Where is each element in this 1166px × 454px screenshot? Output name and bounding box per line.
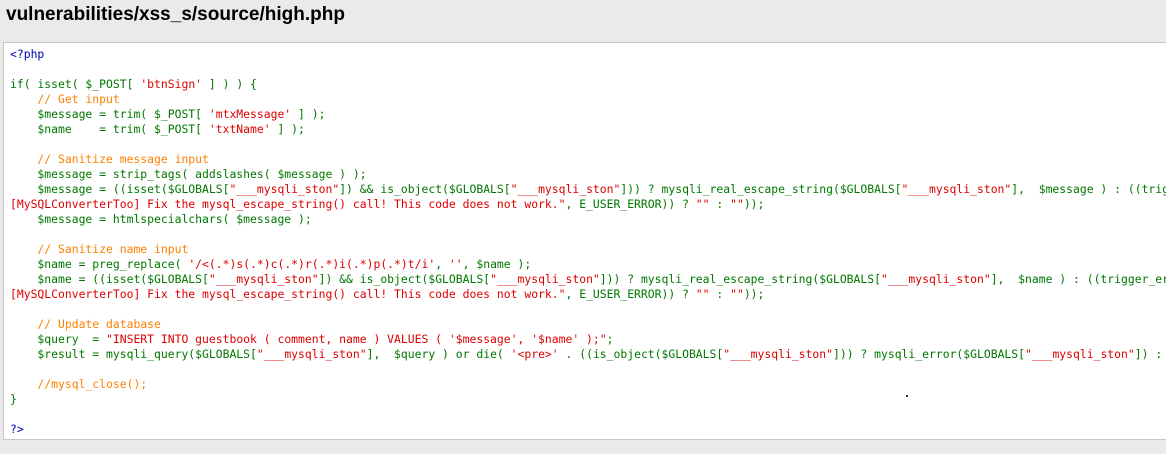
code-token: ]) && is_object($GLOBALS[ [339, 182, 511, 196]
code-line: $message = trim( $_POST[ 'mtxMessage' ] … [10, 107, 1166, 122]
code-token: "" [695, 197, 710, 211]
code-line: $message = htmlspecialchars( $message ); [10, 212, 1166, 227]
code-token: "___mysqli_ston" [1025, 347, 1135, 361]
code-token: , E_USER_ERROR)) ? [565, 197, 696, 211]
code-token: // Get input [10, 92, 120, 106]
code-token: '<pre>' [510, 347, 559, 361]
code-token: if( isset( $_POST[ [10, 77, 141, 91]
code-line: $result = mysqli_query($GLOBALS["___mysq… [10, 347, 1166, 362]
code-line: // Sanitize name input [10, 242, 1166, 257]
code-token: ] ); [270, 122, 305, 136]
code-token: : [709, 197, 731, 211]
code-line: // Update database [10, 317, 1166, 332]
code-token: "___mysqli_ston" [880, 272, 991, 286]
code-line: $message = ((isset($GLOBALS["___mysqli_s… [10, 182, 1166, 197]
code-token: "___mysqli_ston" [901, 182, 1012, 196]
code-line: <?php [10, 47, 1166, 62]
code-token: [MySQLConverterToo] Fix the mysql_escape… [10, 287, 566, 301]
code-token: "___mysqli_ston" [208, 272, 319, 286]
code-token: // Update database [10, 317, 161, 331]
code-line: $query = "INSERT INTO guestbook ( commen… [10, 332, 1166, 347]
code-token: 'txtName' [208, 122, 271, 136]
code-token: ], $name ) : ((trigger_error( [990, 272, 1166, 286]
code-token: . ((is_object($GLOBALS[ [558, 347, 724, 361]
code-token: , $name ); [462, 257, 532, 271]
code-token: ] ); [291, 107, 326, 121]
code-token: )); [743, 287, 765, 301]
code-line: $name = ((isset($GLOBALS["___mysqli_ston… [10, 272, 1166, 287]
php-source-code: <?php if( isset( $_POST[ 'btnSign' ] ) )… [4, 43, 1166, 437]
code-token: // Sanitize name input [10, 242, 189, 256]
code-token: , E_USER_ERROR)) ? [565, 287, 696, 301]
page-title: vulnerabilities/xss_s/source/high.php [6, 4, 345, 25]
code-token: $message = ((isset($GLOBALS[ [10, 182, 230, 196]
code-token: $message = trim( $_POST[ [10, 107, 209, 121]
code-line: // Get input [10, 92, 1166, 107]
code-token: $query = [10, 332, 107, 346]
code-token: "___mysqli_ston" [256, 347, 367, 361]
code-token: "___mysqli_ston" [490, 272, 600, 286]
code-token: ], $query ) or die( [366, 347, 511, 361]
code-token: ])) ? mysqli_real_escape_string($GLOBALS… [620, 182, 902, 196]
code-token: "INSERT INTO guestbook ( comment, name )… [106, 332, 607, 346]
code-token: // Sanitize message input [10, 152, 209, 166]
source-code-panel[interactable]: <?php if( isset( $_POST[ 'btnSign' ] ) )… [3, 42, 1166, 440]
code-line: $name = trim( $_POST[ 'txtName' ] ); [10, 122, 1166, 137]
code-token: ], $message ) : ((trigger_error( [1011, 182, 1166, 196]
code-token: ?> [10, 422, 24, 436]
code-token: $name = preg_replace( [10, 257, 189, 271]
code-token: ; [606, 332, 614, 346]
code-line: ?> [10, 422, 1166, 437]
code-token: "" [695, 287, 710, 301]
code-token: $name = ((isset($GLOBALS[ [10, 272, 209, 286]
code-token: $name = trim( $_POST[ [10, 122, 209, 136]
code-line: //mysql_close(); [10, 377, 1166, 392]
code-token: <?php [10, 47, 45, 61]
code-token: : [709, 287, 731, 301]
code-token: "___mysqli_ston" [510, 182, 621, 196]
code-token: "" [730, 287, 744, 301]
mouse-cursor-dot [906, 395, 908, 397]
code-line: $message = strip_tags( addslashes( $mess… [10, 167, 1166, 182]
code-line: // Sanitize message input [10, 152, 1166, 167]
code-line: if( isset( $_POST[ 'btnSign' ] ) ) { [10, 77, 1166, 92]
code-token: $message = htmlspecialchars( $message ); [10, 212, 312, 226]
code-token: '' [448, 257, 463, 271]
code-token: '/<(.*)s(.*)c(.*)r(.*)i(.*)p(.*)t/i' [188, 257, 436, 271]
code-token: "___mysqli_ston" [723, 347, 833, 361]
code-line: $name = preg_replace( '/<(.*)s(.*)c(.*)r… [10, 257, 1166, 272]
code-token: $result = mysqli_query($GLOBALS[ [10, 347, 257, 361]
code-token: //mysql_close(); [10, 377, 148, 391]
code-token: )); [743, 197, 765, 211]
code-token: ])) ? mysqli_error($GLOBALS[ [832, 347, 1026, 361]
code-line: } [10, 392, 1166, 407]
code-token: 'btnSign' [140, 77, 203, 91]
code-token: "___mysqli_ston" [229, 182, 340, 196]
code-token: 'mtxMessage' [208, 107, 292, 121]
code-token: ])) ? mysqli_real_escape_string($GLOBALS… [599, 272, 881, 286]
code-token: [MySQLConverterToo] Fix the mysql_escape… [10, 197, 566, 211]
code-token: ]) && is_object($GLOBALS[ [318, 272, 491, 286]
code-line: [MySQLConverterToo] Fix the mysql_escape… [10, 197, 1166, 212]
code-token: $message = strip_tags( addslashes( $mess… [10, 167, 367, 181]
code-token: ] ) ) { [202, 77, 257, 91]
code-token: "" [730, 197, 744, 211]
code-line: [MySQLConverterToo] Fix the mysql_escape… [10, 287, 1166, 302]
code-token: ]) : (($___mysqli_res = mysqli_connect_e… [1134, 347, 1163, 361]
code-token: , [435, 257, 449, 271]
code-token: } [10, 392, 17, 406]
